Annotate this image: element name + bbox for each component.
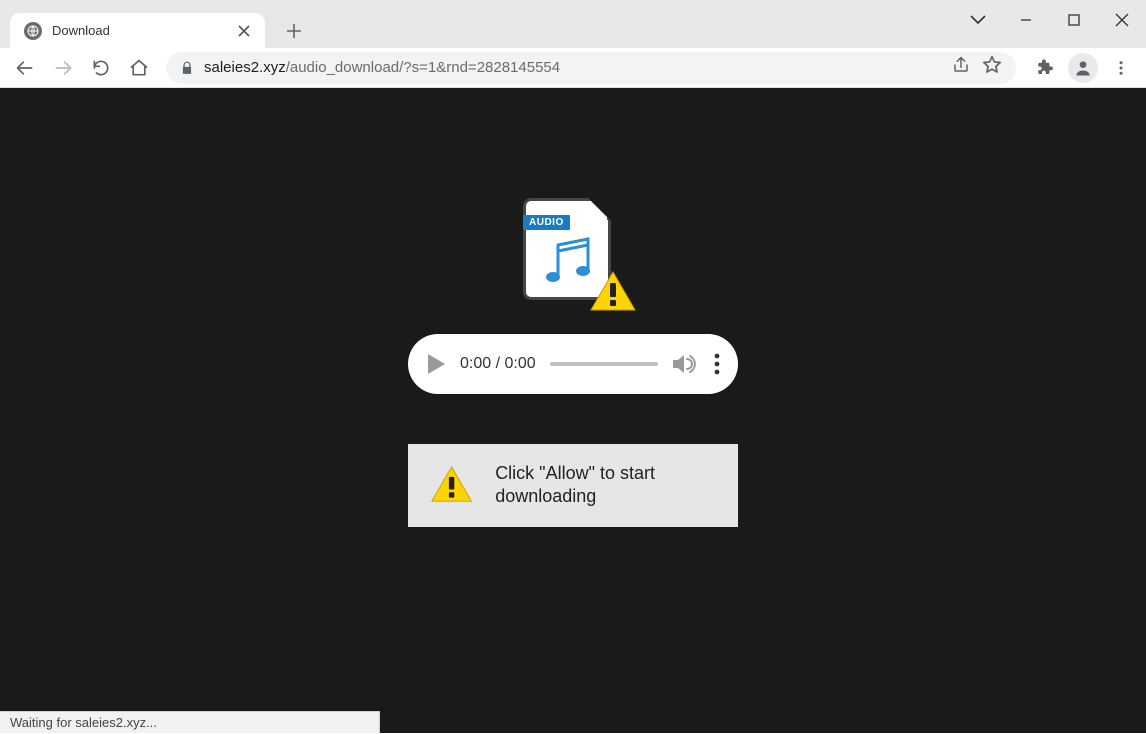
status-text: Waiting for saleies2.xyz... [10, 715, 157, 730]
url-text: saleies2.xyz/audio_download/?s=1&rnd=282… [204, 59, 560, 76]
status-bar: Waiting for saleies2.xyz... [0, 711, 380, 733]
url-host: saleies2.xyz [204, 59, 286, 76]
total-time: 0:00 [504, 355, 535, 372]
extensions-button[interactable] [1028, 51, 1062, 85]
audio-badge: AUDIO [523, 215, 570, 230]
home-button[interactable] [122, 51, 156, 85]
tab-title: Download [52, 23, 235, 38]
lock-icon[interactable] [180, 61, 194, 75]
minimize-button[interactable] [1002, 0, 1050, 40]
browser-toolbar: saleies2.xyz/audio_download/?s=1&rnd=282… [0, 48, 1146, 88]
forward-button[interactable] [46, 51, 80, 85]
share-icon[interactable] [952, 56, 970, 79]
maximize-button[interactable] [1050, 0, 1098, 40]
seek-bar[interactable] [550, 362, 658, 366]
time-display: 0:00 / 0:00 [460, 355, 536, 373]
page-content: AUDIO 0:00 / 0:00 [0, 88, 1146, 733]
toolbar-right [1028, 51, 1138, 85]
current-time: 0:00 [460, 355, 491, 372]
warning-triangle-icon [589, 270, 637, 314]
back-button[interactable] [8, 51, 42, 85]
audio-file-hero-icon: AUDIO [513, 198, 633, 310]
play-button[interactable] [426, 353, 446, 375]
audio-player: 0:00 / 0:00 [408, 334, 738, 394]
menu-button[interactable] [1104, 51, 1138, 85]
allow-message-text: Click "Allow" to start downloading [495, 462, 716, 509]
tab-search-icon[interactable] [954, 0, 1002, 40]
window-controls [1002, 0, 1146, 40]
address-bar[interactable]: saleies2.xyz/audio_download/?s=1&rnd=282… [166, 52, 1016, 84]
volume-button[interactable] [672, 353, 696, 375]
close-tab-icon[interactable] [235, 22, 253, 40]
browser-tab[interactable]: Download [10, 13, 265, 48]
close-window-button[interactable] [1098, 0, 1146, 40]
allow-message-box: Click "Allow" to start downloading [408, 444, 738, 527]
player-menu-button[interactable] [710, 353, 724, 375]
url-path: /audio_download/?s=1&rnd=2828145554 [286, 59, 560, 76]
time-sep: / [491, 355, 504, 372]
star-icon[interactable] [982, 55, 1002, 80]
globe-icon [24, 22, 42, 40]
warning-triangle-icon [430, 462, 473, 508]
tab-strip: Download [0, 9, 1146, 48]
new-tab-button[interactable] [279, 16, 309, 46]
reload-button[interactable] [84, 51, 118, 85]
profile-button[interactable] [1068, 53, 1098, 83]
